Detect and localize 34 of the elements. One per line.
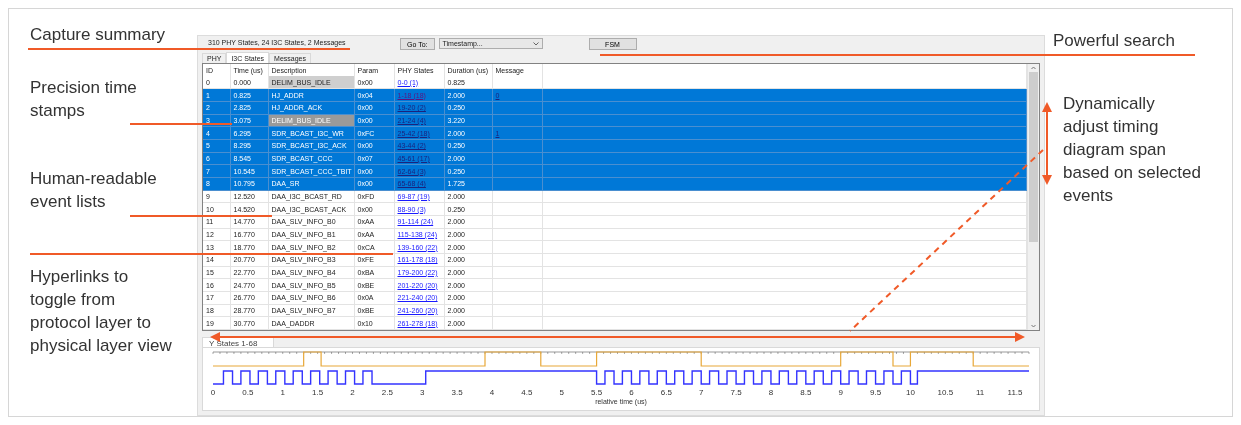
annotation-text: Hyperlinks to toggle from protocol layer to physical layer view	[30, 266, 173, 357]
axis-tick-label: 3	[420, 388, 425, 398]
axis-tick-label: 11.5	[1007, 388, 1023, 398]
scrollbar[interactable]	[1027, 64, 1039, 330]
scroll-up-icon[interactable]	[1030, 64, 1037, 72]
axis-tick-label: 5	[559, 388, 564, 398]
axis-tick-label: 3.5	[451, 388, 463, 398]
axis-tick-label: 7.5	[730, 388, 742, 398]
axis-tick-label: 9	[838, 388, 843, 398]
axis-tick-label: 0.5	[242, 388, 254, 398]
axis-tick-label: 1.5	[312, 388, 324, 398]
axis-tick-label: 11	[976, 388, 985, 398]
axis-tick-label: 4.5	[521, 388, 533, 398]
axis-tick-label: 6	[629, 388, 634, 398]
annotation-text: Capture summary	[30, 24, 167, 46]
annotation-text: Powerful search	[1053, 30, 1176, 52]
axis-tick-label: 8	[768, 388, 774, 398]
axis-tick-label: 10.5	[937, 388, 954, 398]
annotation-text: Human-readable event lists	[30, 168, 158, 213]
annotation-text: Dynamically adjust timing diagram span based on selected events	[1062, 93, 1202, 207]
axis-tick-label: 2	[350, 388, 355, 398]
axis-tick-label: 4	[489, 388, 495, 398]
axis-tick-label: 0	[210, 388, 216, 398]
axis-tick-label: 8.5	[800, 388, 812, 398]
axis-tick-label: 5.5	[591, 388, 603, 398]
annotation-text: Precision time stamps	[30, 77, 138, 122]
axis-tick-label: 10	[905, 388, 915, 398]
axis-tick-label: 9.5	[870, 388, 882, 398]
axis-tick-label: 1	[280, 388, 285, 398]
axis-tick-label: 2.5	[381, 388, 393, 398]
scroll-down-icon[interactable]	[1030, 322, 1037, 330]
axis-tick-label: 6.5	[660, 388, 672, 398]
caret-icon	[532, 41, 539, 46]
axis-tick-label: 7	[699, 388, 704, 398]
